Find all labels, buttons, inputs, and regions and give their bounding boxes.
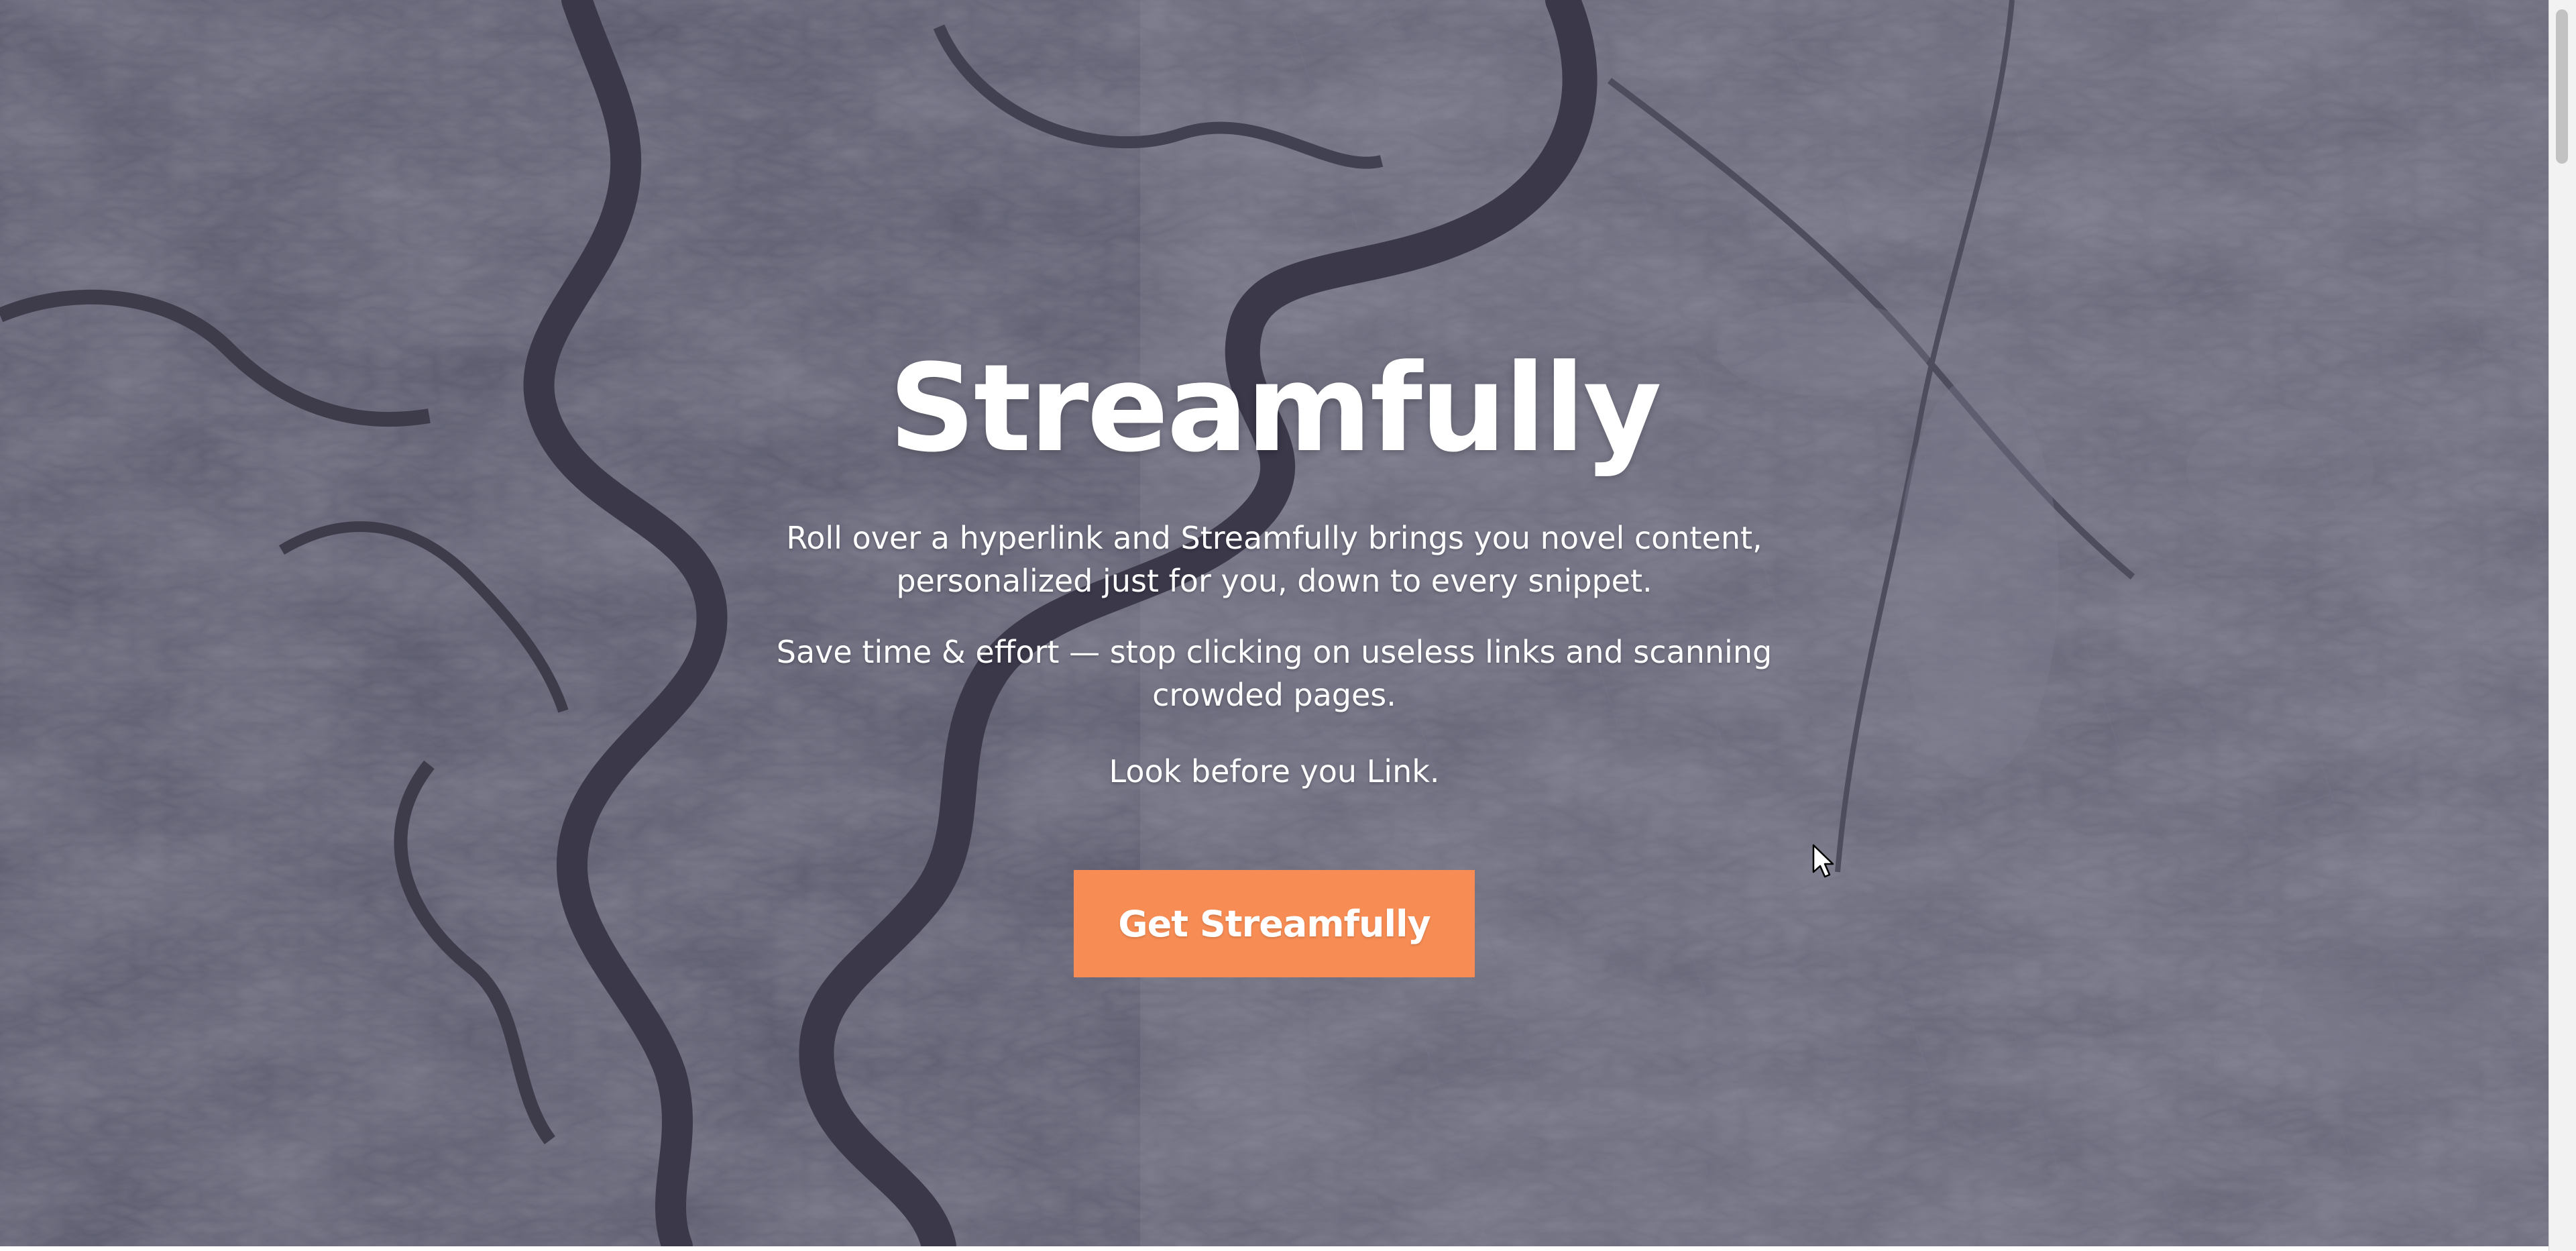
vertical-scrollbar[interactable] (2549, 0, 2576, 1251)
hero-description: Roll over a hyperlink and Streamfully br… (786, 520, 1762, 599)
hero-content: Streamfully Roll over a hyperlink and St… (0, 0, 2549, 1246)
browser-viewport: Streamfully Roll over a hyperlink and St… (0, 0, 2576, 1251)
hero-benefit-text: Save time & effort — stop clicking on us… (776, 634, 1773, 713)
mouse-pointer-icon (1812, 844, 1834, 878)
page-bottom-edge (0, 1246, 2549, 1251)
hero-section: Streamfully Roll over a hyperlink and St… (0, 0, 2549, 1246)
get-streamfully-button[interactable]: Get Streamfully (1074, 870, 1475, 977)
hero-tagline: Look before you Link. (1109, 753, 1440, 790)
hero-title: Streamfully (889, 339, 1662, 479)
scrollbar-thumb[interactable] (2556, 9, 2568, 164)
